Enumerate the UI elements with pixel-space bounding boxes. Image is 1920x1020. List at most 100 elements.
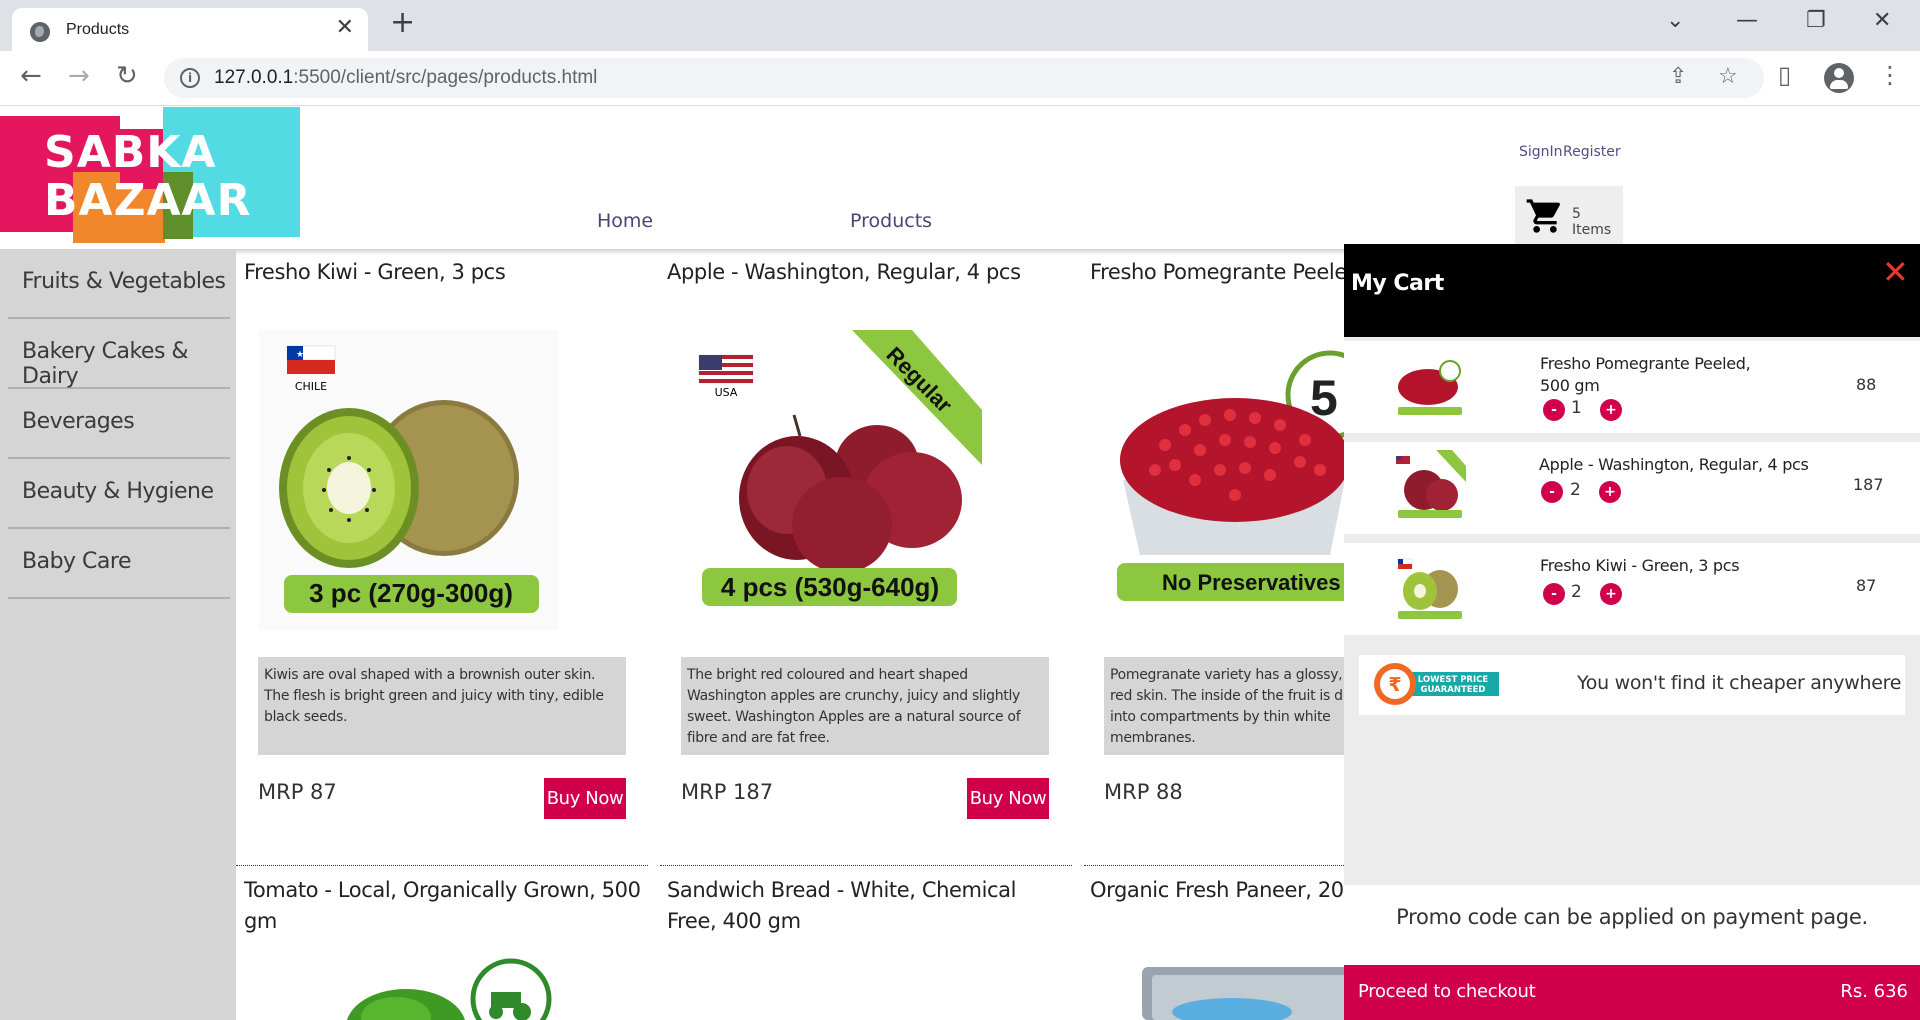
product-card-kiwi: Fresho Kiwi - Green, 3 pcs ★ CHILE 3 pc … (236, 249, 646, 859)
cart-item-total: 87 (1856, 576, 1877, 595)
decrease-qty-button[interactable]: - (1543, 583, 1565, 605)
logo-text: SABKA BAZAAR (44, 129, 251, 225)
category-beverages[interactable]: Beverages (8, 389, 230, 459)
usa-flag-icon (698, 354, 754, 384)
buy-now-button[interactable]: Buy Now (544, 778, 626, 819)
product-image-kiwi[interactable]: ★ CHILE 3 pc (270g-300g) (259, 330, 559, 630)
logo-line-2: BAZAAR (44, 175, 252, 226)
checkout-label: Proceed to checkout (1358, 981, 1536, 1002)
category-bakery-cakes-dairy[interactable]: Bakery Cakes & Dairy (8, 319, 230, 389)
chile-flag-icon: ★ (286, 345, 336, 374)
cart-item-total: 187 (1853, 475, 1884, 494)
close-window-icon[interactable]: ✕ (1873, 10, 1891, 32)
sabka-bazaar-logo[interactable]: SABKA BAZAAR (0, 107, 300, 243)
cart-item-total: 88 (1856, 375, 1877, 394)
signin-link[interactable]: SignIn (1519, 144, 1563, 160)
nav-home-link[interactable]: Home (597, 210, 653, 232)
buy-now-button[interactable]: Buy Now (967, 778, 1049, 819)
site-info-icon[interactable]: i (180, 68, 200, 88)
browser-tab[interactable]: Products ✕ (12, 8, 368, 51)
product-card-paneer: Organic Fresh Paneer, 200 gm (1082, 867, 1344, 1020)
share-icon[interactable]: ⇪ (1669, 66, 1687, 88)
flag-label: USA (715, 386, 738, 399)
reload-icon[interactable]: ↻ (116, 63, 138, 89)
image-caption: 4 pcs (530g-640g) (721, 572, 939, 602)
bookmark-star-icon[interactable]: ☆ (1718, 66, 1738, 88)
category-label: Beauty & Hygiene (22, 479, 214, 504)
cart-item-count: 5 Items (1572, 206, 1612, 238)
new-tab-icon[interactable]: + (390, 8, 415, 38)
restore-icon[interactable]: ❐ (1806, 10, 1826, 32)
row-divider (236, 865, 648, 866)
close-tab-icon[interactable]: ✕ (336, 17, 354, 39)
cart-item-qty: 1 (1571, 398, 1582, 418)
increase-qty-button[interactable]: + (1600, 583, 1622, 605)
cart-item-kiwi: Fresho Kiwi - Green, 3 pcs - 2 + 87 (1344, 543, 1920, 635)
category-label: Baby Care (22, 549, 132, 574)
tab-search-chevron-icon[interactable]: ⌄ (1666, 10, 1684, 32)
checkout-total: Rs. 636 (1840, 981, 1908, 1002)
cart-icon (1526, 199, 1561, 233)
cart-item-name: Fresho Pomegrante Peeled, 500 gm (1540, 354, 1751, 395)
badge-line-2: GUARANTEED (1421, 685, 1486, 695)
increase-qty-button[interactable]: + (1599, 481, 1621, 503)
product-image-paneer[interactable] (1142, 967, 1344, 1020)
close-cart-icon[interactable]: ✕ (1882, 256, 1909, 288)
product-title: Fresho Pomegrante Peeled, 500 gm (1090, 260, 1344, 284)
product-title: Fresho Kiwi - Green, 3 pcs (244, 260, 506, 284)
category-label: Fruits & Vegetables (22, 269, 226, 294)
proceed-to-checkout-button[interactable]: Proceed to checkout Rs. 636 (1344, 965, 1920, 1020)
product-title: Sandwich Bread - White, Chemical Free, 4… (667, 878, 1017, 933)
product-price: MRP 88 (1104, 780, 1183, 804)
lowest-price-banner: ₹ LOWEST PRICE GUARANTEED You won't find… (1359, 655, 1905, 715)
product-image-tomato[interactable] (336, 957, 556, 1020)
row-divider (1084, 865, 1344, 866)
address-bar[interactable]: i 127.0.0.1:5500/client/src/pages/produc… (164, 58, 1764, 98)
product-title: Apple - Washington, Regular, 4 pcs (667, 260, 1021, 284)
category-baby-care[interactable]: Baby Care (8, 529, 230, 599)
image-caption: No Preservatives (1162, 570, 1341, 595)
product-image-pomegranate[interactable]: 5 No Preservatives (1105, 330, 1344, 630)
product-card-apple: Apple - Washington, Regular, 4 pcs USA R… (659, 249, 1069, 859)
side-panel-icon[interactable]: ▯ (1778, 63, 1791, 87)
svg-text:★: ★ (296, 350, 304, 360)
logo-line-1: SABKA (44, 127, 217, 178)
promo-code-note: Promo code can be applied on payment pag… (1396, 905, 1868, 929)
product-description: Kiwis are oval shaped with a brownish ou… (258, 657, 626, 755)
cart-item-pomegranate: Fresho Pomegrante Peeled, 500 gm - 1 + 8… (1344, 341, 1920, 433)
decrease-qty-button[interactable]: - (1543, 399, 1565, 421)
cart-footer: Promo code can be applied on payment pag… (1344, 885, 1920, 1020)
cart-item-apple: Apple - Washington, Regular, 4 pcs - 2 +… (1344, 442, 1920, 534)
cart-button[interactable]: 5 Items (1515, 186, 1623, 244)
menu-kebab-icon[interactable]: ⋮ (1878, 63, 1902, 87)
browser-tab-strip: Products ✕ + ⌄ — ❐ ✕ (0, 0, 1920, 51)
decrease-qty-button[interactable]: - (1541, 481, 1563, 503)
url-host: 127.0.0.1 (214, 67, 294, 88)
nav-products-link[interactable]: Products (850, 210, 932, 232)
svg-text:₹: ₹ (1388, 674, 1401, 696)
product-title: Tomato - Local, Organically Grown, 500 g… (244, 878, 641, 933)
lowest-price-guaranteed-badge: ₹ LOWEST PRICE GUARANTEED (1374, 663, 1499, 705)
product-image-apple[interactable]: USA Regular 4 pcs (530g-640g) (682, 330, 982, 630)
browser-toolbar: ← → ↻ i 127.0.0.1:5500/client/src/pages/… (0, 51, 1920, 106)
product-description: Pomegranate variety has a glossy, vibran… (1104, 657, 1344, 755)
forward-icon[interactable]: → (68, 63, 90, 89)
back-icon[interactable]: ← (20, 63, 42, 89)
profile-avatar-icon[interactable] (1824, 63, 1854, 93)
cart-item-qty: 2 (1570, 480, 1581, 500)
url-text[interactable]: 127.0.0.1:5500/client/src/pages/products… (214, 67, 597, 89)
cart-item-thumbnail (1398, 360, 1462, 415)
register-link[interactable]: Register (1563, 144, 1621, 160)
increase-qty-button[interactable]: + (1600, 399, 1622, 421)
minimize-icon[interactable]: — (1736, 10, 1758, 32)
category-label: Bakery Cakes & Dairy (22, 339, 189, 389)
cart-title: My Cart (1351, 271, 1444, 296)
cart-item-name: Fresho Kiwi - Green, 3 pcs (1540, 556, 1740, 575)
cart-item-thumbnail (1396, 450, 1466, 518)
url-path: :5500/client/src/pages/products.html (293, 67, 598, 88)
image-caption: 3 pc (270g-300g) (309, 578, 513, 608)
product-description: The bright red coloured and heart shaped… (681, 657, 1049, 755)
category-beauty-hygiene[interactable]: Beauty & Hygiene (8, 459, 230, 529)
badge-line-1: LOWEST PRICE (1418, 675, 1489, 685)
category-fruits-vegetables[interactable]: Fruits & Vegetables (8, 249, 230, 319)
